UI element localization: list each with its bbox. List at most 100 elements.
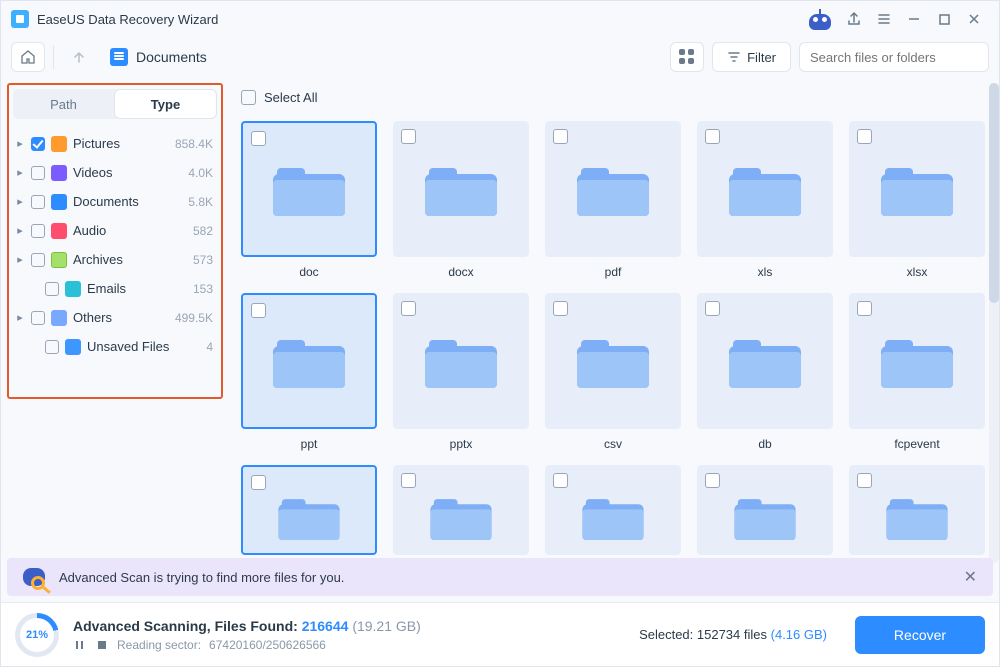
assistant-icon[interactable] (805, 4, 835, 34)
folder-tile-xlsx[interactable]: xlsx (849, 121, 985, 279)
vid-icon (51, 165, 67, 181)
checkbox[interactable] (31, 253, 45, 267)
menu-icon[interactable] (869, 5, 899, 33)
search-input[interactable] (810, 50, 986, 65)
tile-label: docx (448, 265, 473, 279)
breadcrumb-label: Documents (136, 49, 207, 65)
checkbox[interactable] (31, 166, 45, 180)
sidebar-item-unsaved-files[interactable]: Unsaved Files4 (15, 332, 215, 361)
doc-icon (51, 194, 67, 210)
folder-icon (734, 494, 795, 540)
banner-close-icon[interactable]: ✕ (960, 563, 981, 591)
folder-icon (881, 334, 953, 388)
tile-checkbox[interactable] (401, 473, 416, 488)
search-box[interactable] (799, 42, 989, 72)
folder-tile-xls[interactable]: xls (697, 121, 833, 279)
home-button[interactable] (11, 42, 45, 72)
folder-icon (425, 334, 497, 388)
share-icon[interactable] (839, 5, 869, 33)
tile-checkbox[interactable] (705, 129, 720, 144)
breadcrumb[interactable]: Documents (104, 48, 213, 66)
folder-tile-db[interactable]: db (697, 293, 833, 451)
checkbox[interactable] (31, 311, 45, 325)
tile-label: pdf (605, 265, 622, 279)
pause-button[interactable] (73, 638, 87, 652)
scan-banner: Advanced Scan is trying to find more fil… (7, 558, 993, 596)
recover-button[interactable]: Recover (855, 616, 985, 654)
tile-label: xls (758, 265, 773, 279)
tile-checkbox[interactable] (251, 303, 266, 318)
folder-icon (577, 162, 649, 216)
checkbox[interactable] (45, 282, 59, 296)
tile-checkbox[interactable] (553, 473, 568, 488)
folder-tile-ppt[interactable]: ppt (241, 293, 377, 451)
expand-icon[interactable]: ▸ (15, 166, 25, 179)
expand-icon[interactable]: ▸ (15, 195, 25, 208)
select-all-row[interactable]: Select All (241, 83, 985, 111)
tile-checkbox[interactable] (857, 301, 872, 316)
folder-tile-pptx[interactable]: pptx (393, 293, 529, 451)
folder-icon (425, 162, 497, 216)
selected-info: Selected: 152734 files (4.16 GB) (639, 627, 827, 642)
tile-checkbox[interactable] (553, 301, 568, 316)
grid-icon (679, 49, 695, 65)
tile-checkbox[interactable] (401, 129, 416, 144)
folder-tile-pdf[interactable]: pdf (545, 121, 681, 279)
divider (53, 45, 54, 69)
tile-checkbox[interactable] (705, 301, 720, 316)
tile-label: pptx (450, 437, 473, 451)
folder-tile-doc[interactable]: doc (241, 121, 377, 279)
tile-checkbox[interactable] (857, 129, 872, 144)
checkbox[interactable] (31, 224, 45, 238)
sidebar-item-emails[interactable]: Emails153 (15, 274, 215, 303)
folder-tile-blank[interactable] (697, 465, 833, 555)
expand-icon[interactable]: ▸ (15, 224, 25, 237)
expand-icon[interactable]: ▸ (15, 311, 25, 324)
expand-icon[interactable]: ▸ (15, 253, 25, 266)
tile-checkbox[interactable] (705, 473, 720, 488)
tab-path[interactable]: Path (13, 89, 114, 119)
select-all-checkbox[interactable] (241, 90, 256, 105)
uns-icon (65, 339, 81, 355)
app-title: EaseUS Data Recovery Wizard (37, 12, 218, 27)
maximize-button[interactable] (929, 5, 959, 33)
sidebar-item-others[interactable]: ▸Others499.5K (15, 303, 215, 332)
select-all-label: Select All (264, 90, 317, 105)
tile-checkbox[interactable] (251, 475, 266, 490)
folder-icon (577, 334, 649, 388)
oth-icon (51, 310, 67, 326)
sidebar-item-audio[interactable]: ▸Audio582 (15, 216, 215, 245)
view-grid-button[interactable] (670, 42, 704, 72)
scrollbar-thumb[interactable] (989, 83, 999, 303)
sidebar-item-documents[interactable]: ▸Documents5.8K (15, 187, 215, 216)
close-button[interactable] (959, 5, 989, 33)
up-button[interactable] (62, 42, 96, 72)
folder-tile-fcpevent[interactable]: fcpevent (849, 293, 985, 451)
scan-controls: Reading sector: 67420160/250626566 (73, 638, 421, 652)
sidebar-item-videos[interactable]: ▸Videos4.0K (15, 158, 215, 187)
sidebar: Path Type ▸Pictures858.4K▸Videos4.0K▸Doc… (1, 77, 231, 614)
folder-tile-blank[interactable] (849, 465, 985, 555)
tile-checkbox[interactable] (857, 473, 872, 488)
folder-tile-blank[interactable] (545, 465, 681, 555)
folder-tile-blank[interactable] (393, 465, 529, 555)
tile-checkbox[interactable] (251, 131, 266, 146)
stop-button[interactable] (95, 638, 109, 652)
tab-type[interactable]: Type (114, 89, 217, 119)
tile-label: doc (299, 265, 318, 279)
folder-icon (273, 162, 345, 216)
expand-icon[interactable]: ▸ (15, 137, 25, 150)
checkbox[interactable] (31, 195, 45, 209)
tile-checkbox[interactable] (401, 301, 416, 316)
titlebar: EaseUS Data Recovery Wizard (1, 1, 999, 37)
checkbox[interactable] (45, 340, 59, 354)
filter-button[interactable]: Filter (712, 42, 791, 72)
checkbox[interactable] (31, 137, 45, 151)
minimize-button[interactable] (899, 5, 929, 33)
folder-tile-docx[interactable]: docx (393, 121, 529, 279)
folder-tile-blank[interactable] (241, 465, 377, 555)
sidebar-item-archives[interactable]: ▸Archives573 (15, 245, 215, 274)
sidebar-item-pictures[interactable]: ▸Pictures858.4K (15, 129, 215, 158)
tile-checkbox[interactable] (553, 129, 568, 144)
folder-tile-csv[interactable]: csv (545, 293, 681, 451)
